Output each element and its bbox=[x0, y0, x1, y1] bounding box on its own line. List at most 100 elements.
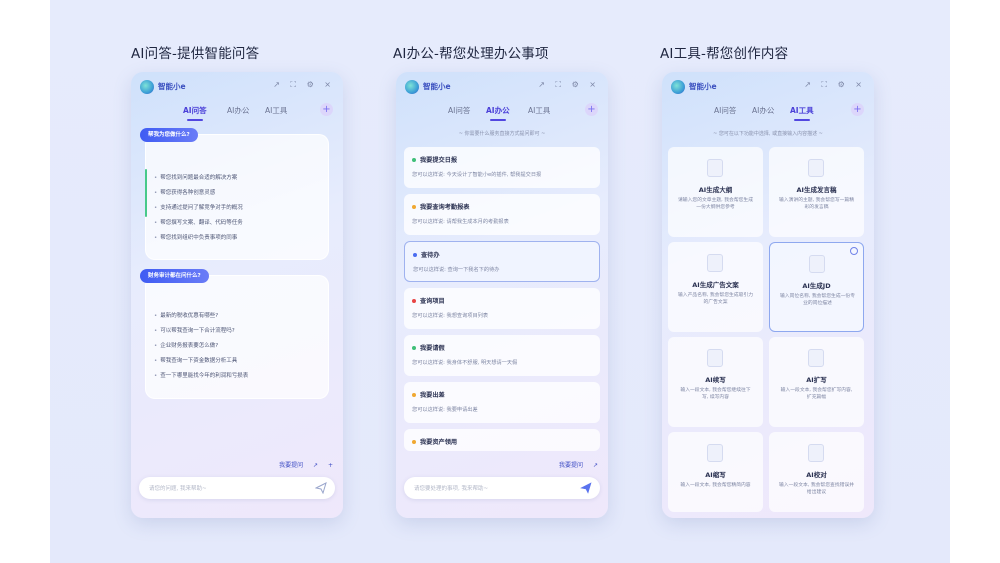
send-icon[interactable] bbox=[315, 482, 327, 494]
office-panel: 智能小e ↗ ⛶ ⚙ × AI问答 AI办公 AI工具 + ~ 你需要什么服务直… bbox=[396, 72, 608, 518]
tab-ai-tools[interactable]: AI工具 bbox=[265, 105, 287, 116]
hint-text: ~ 你需要什么服务直接方式提问即可 ~ bbox=[458, 131, 546, 137]
person-doc-icon bbox=[809, 255, 825, 273]
suggestion-item[interactable]: 可以帮我查询一下合计流程吗? bbox=[154, 326, 234, 334]
office-action-item[interactable]: 我要出差 您可以这样说: 我要申请出差 bbox=[404, 382, 600, 423]
shrink-pen-icon bbox=[707, 444, 723, 462]
app-name: 智能小e bbox=[158, 82, 186, 91]
tab-ai-qa[interactable]: AI问答 bbox=[183, 105, 207, 121]
office-action-item[interactable]: 查待办 您可以这样说: 查询一下我名下的待办 bbox=[404, 241, 600, 282]
suggestion-item[interactable]: 帮您找到问题最合适的解决方案 bbox=[154, 173, 237, 181]
tile-description: 输入一段文本, 我会帮您继续往下写, 续写内容 bbox=[680, 388, 751, 400]
ask-button[interactable]: 我要提问 bbox=[279, 462, 303, 469]
office-action-item[interactable]: 我要提交日报 您可以这样说: 今天设计了智能小e的插件, 帮我提交日报 bbox=[404, 147, 600, 188]
section-title-tools: AI工具-帮您创作内容 bbox=[660, 46, 789, 62]
tab-bar: AI问答 AI办公 AI工具 bbox=[662, 105, 874, 125]
item-title: 我要提交日报 bbox=[420, 157, 458, 164]
add-icon[interactable]: + bbox=[328, 462, 333, 469]
proofread-icon bbox=[808, 444, 824, 462]
tool-tile[interactable]: AI缩写 输入一段文本, 我会帮您精简内容 bbox=[668, 432, 763, 512]
tool-tile[interactable]: AI生成JD 输入岗位名称, 我会帮您生成一份专业的岗位描述 bbox=[769, 242, 864, 332]
tile-title: AI校对 bbox=[806, 471, 827, 479]
office-action-item[interactable]: 我要请假 您可以这样说: 我身体不舒服, 明天想请一天假 bbox=[404, 335, 600, 376]
tab-ai-qa[interactable]: AI问答 bbox=[714, 105, 736, 116]
suggestion-item[interactable]: 支持通过提问了解竞争对手的概况 bbox=[154, 203, 243, 211]
qa-panel: 智能小e ↗ ⛶ ⚙ × AI问答 AI办公 AI工具 + 帮我为您做什么? 帮… bbox=[131, 72, 343, 518]
office-action-item[interactable]: 我要资产领用 bbox=[404, 429, 600, 451]
item-title: 我要查询考勤报表 bbox=[420, 204, 470, 211]
item-description: 您可以这样说: 请帮我生成本月的考勤报表 bbox=[412, 219, 509, 225]
tab-ai-office[interactable]: AI办公 bbox=[752, 105, 774, 116]
finance-card: 财务审计都在问什么? 最新的税收优惠有哪些? 可以帮我查询一下合计流程吗? 企业… bbox=[140, 269, 329, 399]
tab-ai-office[interactable]: AI办公 bbox=[227, 105, 249, 116]
office-action-item[interactable]: 查询项目 您可以这样说: 我想查询项目列表 bbox=[404, 288, 600, 329]
tile-description: 输入一段文本, 我会帮您扩写内容, 扩充篇幅 bbox=[780, 388, 853, 400]
status-dot-icon bbox=[412, 205, 416, 209]
tab-ai-tools[interactable]: AI工具 bbox=[790, 105, 814, 121]
share-icon[interactable]: ↗ bbox=[313, 462, 318, 469]
expand-pen-icon bbox=[808, 349, 824, 367]
speech-mic-icon bbox=[808, 159, 824, 177]
window-controls[interactable]: ↗ ⛶ ⚙ × bbox=[804, 80, 866, 90]
tool-tile[interactable]: AI生成大纲 请输入您的文章主题, 我会帮您生成一份大纲供您参考 bbox=[668, 147, 763, 237]
app-name: 智能小e bbox=[423, 82, 451, 91]
suggestion-item[interactable]: 帮您获得各种创意灵感 bbox=[154, 188, 215, 196]
tool-tile[interactable]: AI生成发言稿 输入演讲的主题, 我会帮您写一篇精彩的发言稿 bbox=[769, 147, 864, 237]
tile-description: 请输入您的文章主题, 我会帮您生成一份大纲供您参考 bbox=[678, 198, 754, 210]
tool-tile[interactable]: AI扩写 输入一段文本, 我会帮您扩写内容, 扩充篇幅 bbox=[769, 337, 864, 427]
status-dot-icon bbox=[413, 253, 417, 257]
status-dot-icon bbox=[412, 299, 416, 303]
tile-title: AI生成发言稿 bbox=[796, 186, 837, 194]
chat-input[interactable]: 请您的问题, 我来帮助~ bbox=[139, 477, 335, 499]
bottom-toolbar: 我要提问 ↗ + bbox=[271, 460, 333, 472]
panel-header: 智能小e ↗ ⛶ ⚙ × bbox=[662, 72, 874, 100]
send-icon[interactable] bbox=[580, 482, 592, 494]
window-controls[interactable]: ↗ ⛶ ⚙ × bbox=[273, 80, 335, 90]
status-dot-icon bbox=[412, 440, 416, 444]
window-controls[interactable]: ↗ ⛶ ⚙ × bbox=[538, 80, 600, 90]
suggestion-item[interactable]: 帮您找到组织中负责事项的同事 bbox=[154, 233, 237, 241]
status-dot-icon bbox=[412, 393, 416, 397]
item-title: 我要出差 bbox=[420, 392, 445, 399]
app-logo-icon bbox=[405, 80, 419, 94]
item-title: 查待办 bbox=[421, 252, 440, 259]
suggestion-item[interactable]: 企业财务报表要怎么做? bbox=[154, 341, 218, 349]
suggestion-item[interactable]: 帮我查询一下资金数据分析工具 bbox=[154, 356, 237, 364]
item-title: 我要资产领用 bbox=[420, 439, 458, 446]
tool-tile[interactable]: AI续写 输入一段文本, 我会帮您继续往下写, 续写内容 bbox=[668, 337, 763, 427]
tools-panel: 智能小e ↗ ⛶ ⚙ × AI问答 AI办公 AI工具 + ~ 您可在以下功能中… bbox=[662, 72, 874, 518]
office-action-item[interactable]: 我要查询考勤报表您可以这样说: 请帮我生成本月的考勤报表 bbox=[404, 194, 600, 235]
item-title: 我要请假 bbox=[420, 345, 445, 352]
suggestion-item[interactable]: 最新的税收优惠有哪些? bbox=[154, 311, 218, 319]
section-title-qa: AI问答-提供智能问答 bbox=[131, 46, 260, 62]
card-question-pill[interactable]: 财务审计都在问什么? bbox=[140, 269, 209, 283]
tool-tile[interactable]: AI生成广告文案 输入产品名称, 我会帮您生成吸引力的广告文案 bbox=[668, 242, 763, 332]
outline-doc-icon bbox=[707, 159, 723, 177]
new-chat-button[interactable]: + bbox=[585, 103, 598, 116]
new-chat-button[interactable]: + bbox=[851, 103, 864, 116]
tab-bar: AI问答 AI办公 AI工具 bbox=[396, 105, 608, 125]
input-placeholder: 请您要处理的事项, 我来帮助~ bbox=[414, 486, 489, 492]
tool-tile[interactable]: AI校对输入一段文本, 我会帮您查找错误并给出建议 bbox=[769, 432, 864, 512]
suggestion-card: 帮我为您做什么? 帮您找到问题最合适的解决方案 帮您获得各种创意灵感 支持通过提… bbox=[140, 128, 329, 260]
card-question-pill[interactable]: 帮我为您做什么? bbox=[140, 128, 198, 142]
section-title-office: AI办公-帮您处理办公事项 bbox=[393, 46, 549, 62]
tab-ai-qa[interactable]: AI问答 bbox=[448, 105, 470, 116]
bottom-toolbar: 我要提问 ↗ bbox=[551, 460, 598, 472]
suggestion-item[interactable]: 查一下哪里能找今年的利润和亏损表 bbox=[154, 371, 248, 379]
new-chat-button[interactable]: + bbox=[320, 103, 333, 116]
chat-input[interactable]: 请您要处理的事项, 我来帮助~ bbox=[404, 477, 600, 499]
continue-doc-icon bbox=[707, 349, 723, 367]
status-dot-icon bbox=[412, 158, 416, 162]
tile-description: 输入一段文本, 我会帮您精简内容 bbox=[680, 483, 751, 488]
tab-bar: AI问答 AI办公 AI工具 bbox=[131, 105, 343, 125]
suggestion-item[interactable]: 帮您撰写文案、翻译、代码等任务 bbox=[154, 218, 243, 226]
tile-description: 输入一段文本, 我会帮您查找错误并给出建议 bbox=[779, 483, 855, 495]
item-title: 查询项目 bbox=[420, 298, 445, 305]
tab-ai-office[interactable]: AI办公 bbox=[486, 105, 510, 121]
ask-button[interactable]: 我要提问 bbox=[559, 462, 583, 469]
app-logo-icon bbox=[140, 80, 154, 94]
share-icon[interactable]: ↗ bbox=[593, 462, 598, 469]
selected-check-icon bbox=[850, 247, 858, 255]
tab-ai-tools[interactable]: AI工具 bbox=[528, 105, 550, 116]
